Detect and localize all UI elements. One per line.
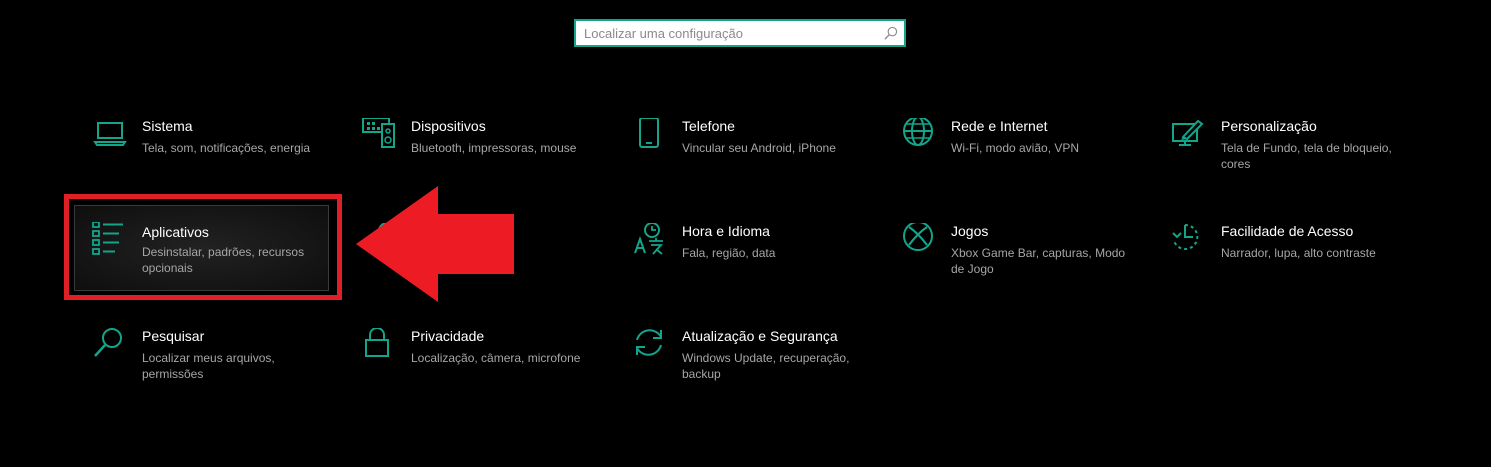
- personalization-icon: [1172, 119, 1204, 146]
- tile-description: Bluetooth, impressoras, mouse: [411, 141, 577, 155]
- tile-rede-e-internet[interactable]: Rede e Internet Wi-Fi, modo avião, VPN: [889, 118, 1144, 204]
- tile-hora-e-idioma[interactable]: Hora e Idioma Fala, região, data: [620, 223, 875, 309]
- search-input[interactable]: [584, 24, 874, 42]
- laptop-icon: [93, 122, 127, 146]
- tile-description: Localizar meus arquivos, permissões: [142, 351, 275, 381]
- tile-title: Pesquisar: [142, 328, 205, 344]
- tile-title: Jogos: [951, 223, 989, 239]
- devices-icon: [362, 118, 395, 148]
- tile-title: Telefone: [682, 118, 735, 134]
- tile-description: Narrador, lupa, alto contraste: [1221, 246, 1376, 260]
- tile-description: Tela, som, notificações, energia: [142, 141, 311, 155]
- tile-jogos[interactable]: Jogos Xbox Game Bar, capturas, Modo de J…: [889, 223, 1144, 309]
- tile-description: Localização, câmera, microfone: [411, 351, 581, 365]
- update-icon: [636, 329, 662, 356]
- settings-search-box[interactable]: [574, 19, 906, 47]
- tile-title: Dispositivos: [411, 118, 486, 134]
- tile-title: Rede e Internet: [951, 118, 1048, 134]
- tile-pesquisar[interactable]: Pesquisar Localizar meus arquivos, permi…: [80, 328, 335, 414]
- tile-title: Atualização e Segurança: [682, 328, 838, 344]
- tile-title: Personalização: [1221, 118, 1317, 134]
- tile-sistema[interactable]: Sistema Tela, som, notificações, energia: [80, 118, 335, 204]
- time-language-icon: [634, 223, 664, 255]
- tile-title: Sistema: [142, 118, 193, 134]
- ease-of-access-icon: [1172, 223, 1199, 250]
- red-arrow-annotation: [356, 186, 514, 302]
- tile-title: Facilidade de Acesso: [1221, 223, 1354, 239]
- xbox-icon: [903, 223, 933, 251]
- tile-personalizacao[interactable]: Personalização Tela de Fundo, tela de bl…: [1159, 118, 1414, 204]
- tile-description: Windows Update, recuperação, backup: [682, 351, 850, 381]
- phone-icon: [639, 118, 659, 148]
- highlight-box: [64, 194, 342, 300]
- tile-description: Vincular seu Android, iPhone: [682, 141, 836, 155]
- tile-title: Privacidade: [411, 328, 485, 344]
- tile-title: Hora e Idioma: [682, 223, 770, 239]
- lock-icon: [365, 328, 389, 357]
- tile-privacidade[interactable]: Privacidade Localização, câmera, microfo…: [349, 328, 604, 414]
- tile-telefone[interactable]: Telefone Vincular seu Android, iPhone: [620, 118, 875, 204]
- tile-atualizacao-e-seguranca[interactable]: Atualização e Segurança Windows Update, …: [620, 328, 875, 414]
- tile-description: Fala, região, data: [682, 246, 776, 260]
- search-magnifier-icon[interactable]: [883, 26, 898, 41]
- tile-facilidade-de-acesso[interactable]: Facilidade de Acesso Narrador, lupa, alt…: [1159, 223, 1414, 309]
- tile-description: Xbox Game Bar, capturas, Modo de Jogo: [951, 246, 1126, 276]
- tile-description: Wi-Fi, modo avião, VPN: [951, 141, 1080, 155]
- globe-icon: [903, 118, 933, 146]
- tile-description: Tela de Fundo, tela de bloqueio, cores: [1221, 141, 1392, 171]
- search-icon: [94, 328, 122, 357]
